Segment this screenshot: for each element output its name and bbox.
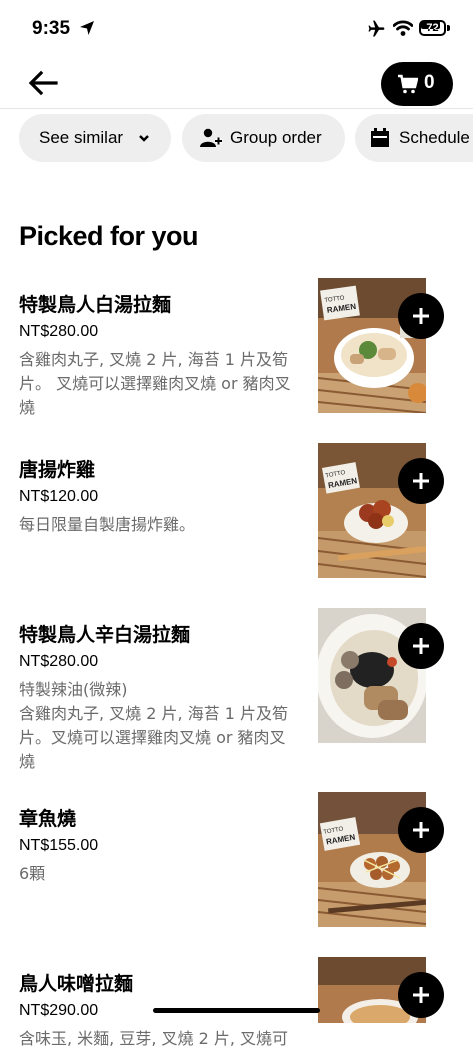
see-similar-label: See similar [39,128,124,147]
item-name: 唐揚炸雞 [19,459,96,481]
cart-count: 0 [424,72,435,93]
status-bar: 9:35 72 [0,0,473,60]
plus-icon [413,987,429,1003]
status-time: 9:35 [32,18,71,39]
chevron-down-icon [139,135,149,142]
battery-level: 72 [426,22,439,34]
plus-icon [413,308,429,324]
add-person-icon [200,128,222,147]
item-price: NT$280.00 [19,653,99,670]
item-description: 每日限量自製唐揚炸雞。 [19,515,196,534]
item-description: 含雞肉丸子, 叉燒 2 片, 海苔 1 片及筍 片。 叉燒可以選擇雞肉叉燒 or… [19,350,291,417]
item-price: NT$155.00 [19,837,99,854]
item-price: NT$120.00 [19,488,99,505]
action-chips: See similar Group order Schedule [0,114,473,164]
see-similar-chip[interactable]: See similar [19,114,171,162]
item-description: 含味玉, 米麵, 豆芽, 叉燒 2 片, 叉燒可 [19,1029,289,1048]
item-price: NT$290.00 [19,1002,99,1019]
item-price: NT$280.00 [19,323,99,340]
add-to-cart-button[interactable] [398,623,444,669]
group-order-label: Group order [230,128,322,147]
add-to-cart-button[interactable] [398,458,444,504]
cart-button[interactable]: 0 [381,62,453,106]
item-description: 6顆 [19,864,46,883]
cart-icon [398,74,418,94]
plus-icon [413,822,429,838]
item-name: 特製鳥人辛白湯拉麵 [19,624,191,646]
item-name: 章魚燒 [19,808,77,830]
menu-item[interactable]: 章魚燒 NT$155.00 6顆 TOTTO RAMEN [0,792,473,934]
menu-item[interactable]: 鳥人味噌拉麵 NT$290.00 含味玉, 米麵, 豆芽, 叉燒 2 片, 叉燒… [0,957,473,1048]
group-order-chip[interactable]: Group order [182,114,345,162]
nav-bar: 0 [0,60,473,109]
add-to-cart-button[interactable] [398,807,444,853]
calendar-icon [371,128,389,147]
schedule-chip[interactable]: Schedule [355,114,473,162]
menu-item[interactable]: 特製鳥人辛白湯拉麵 NT$280.00 特製辣油(微辣) 含雞肉丸子, 叉燒 2… [0,608,473,775]
add-to-cart-button[interactable] [398,972,444,1018]
schedule-label: Schedule [399,128,470,147]
airplane-icon [368,20,385,37]
item-name: 鳥人味噌拉麵 [19,973,134,995]
location-arrow-icon [80,21,94,35]
menu-item[interactable]: 唐揚炸雞 NT$120.00 每日限量自製唐揚炸雞。 TOTTO RAMEN [0,443,473,585]
back-arrow-icon[interactable] [26,67,60,99]
item-name: 特製鳥人白湯拉麵 [19,294,172,316]
plus-icon [413,473,429,489]
home-indicator [153,1008,320,1013]
menu-item[interactable]: 特製鳥人白湯拉麵 NT$280.00 含雞肉丸子, 叉燒 2 片, 海苔 1 片… [0,278,473,440]
plus-icon [413,638,429,654]
wifi-icon [393,20,413,36]
add-to-cart-button[interactable] [398,293,444,339]
section-title: Picked for you [19,221,199,251]
battery-icon: 72 [419,19,451,37]
item-description: 特製辣油(微辣) 含雞肉丸子, 叉燒 2 片, 海苔 1 片及筍 片。叉燒可以選… [19,680,289,771]
